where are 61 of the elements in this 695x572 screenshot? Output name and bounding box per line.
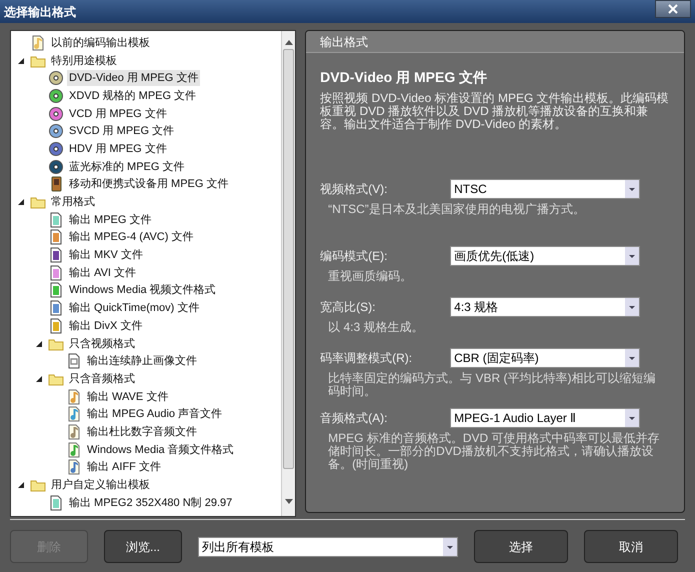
setting-note: MPEG 标准的音频格式。DVD 可使用格式中码率可以最低并存储时间长。一部分的DVD播放机不支持此格式，请确认播放设备。(时间重视) bbox=[327, 432, 660, 471]
browse-button[interactable]: 浏览... bbox=[104, 530, 182, 563]
tree-item[interactable]: 输出 DivX 文件 bbox=[67, 318, 144, 334]
tree-item[interactable]: 只含视频格式 bbox=[67, 336, 137, 352]
tree-item[interactable]: Windows Media 视频文件格式 bbox=[67, 282, 218, 298]
setting-label: 视频格式(V): bbox=[320, 181, 388, 198]
tree-item[interactable]: XDVD 规格的 MPEG 文件 bbox=[67, 88, 198, 104]
expanded-arrow-icon[interactable] bbox=[36, 376, 42, 382]
tree-item[interactable]: 特别用途模板 bbox=[49, 52, 119, 69]
tree-item[interactable]: 输出 MPEG Audio 声音文件 bbox=[85, 406, 224, 422]
tree-item[interactable]: Windows Media 音频文件格式 bbox=[85, 442, 236, 458]
tree-item[interactable]: 蓝光标准的 MPEG 文件 bbox=[67, 158, 187, 175]
tree-item[interactable]: 输出 QuickTime(mov) 文件 bbox=[67, 300, 202, 316]
setting-label: 编码模式(E): bbox=[320, 248, 388, 265]
expanded-arrow-icon[interactable] bbox=[18, 482, 24, 488]
tree-item[interactable]: 输出 AVI 文件 bbox=[67, 264, 138, 281]
scroll-down-icon[interactable] bbox=[284, 499, 293, 505]
tree-item[interactable]: 输出杜比数字音频文件 bbox=[85, 424, 199, 440]
tree-item[interactable]: 输出 MPEG2 352X480 N制 29.97 bbox=[67, 494, 234, 511]
tree-item[interactable]: 输出 MKV 文件 bbox=[67, 247, 145, 264]
tree-item[interactable]: 常用格式 bbox=[49, 194, 97, 210]
cancel-button[interactable]: 取消 bbox=[584, 530, 678, 563]
expanded-arrow-icon[interactable] bbox=[36, 340, 42, 347]
tree-item[interactable]: 只含音频格式 bbox=[67, 370, 137, 387]
expanded-arrow-icon[interactable] bbox=[18, 199, 24, 206]
format-description: 按照视频 DVD-Video 标准设置的 MPEG 文件输出模板。此编码模板重视 DVD 播放软件以及 DVD 播放机等播放设备的互换和兼容。输出文件适合于制作 DVD-Video 的素材。 bbox=[320, 92, 670, 131]
scrollbar[interactable] bbox=[281, 31, 296, 516]
close-icon bbox=[668, 4, 678, 14]
window-title: 选择输出格式 bbox=[4, 4, 76, 20]
setting-dropdown[interactable]: 4:3 规格 bbox=[450, 297, 640, 317]
setting-dropdown[interactable]: CBR (固定码率) bbox=[450, 348, 640, 368]
setting-note: 重视画质编码。 bbox=[327, 270, 414, 283]
tree-item[interactable]: 以前的编码输出模板 bbox=[49, 34, 152, 51]
tree-item[interactable]: HDV 用 MPEG 文件 bbox=[67, 140, 169, 157]
tree-item[interactable]: 输出 MPEG 文件 bbox=[67, 212, 154, 228]
panel-header: 输出格式 bbox=[306, 31, 684, 53]
tree-item[interactable]: SVCD 用 MPEG 文件 bbox=[67, 123, 176, 140]
tree-item[interactable]: DVD-Video 用 MPEG 文件 bbox=[67, 70, 200, 86]
setting-note: 以 4:3 规格生成。 bbox=[327, 321, 424, 334]
close-button[interactable] bbox=[655, 0, 691, 18]
setting-label: 音频格式(A): bbox=[320, 410, 388, 427]
tree-item[interactable]: 输出 WAVE 文件 bbox=[85, 388, 170, 405]
tree-item[interactable]: 用户自定义输出模板 bbox=[49, 477, 152, 494]
select-button[interactable]: 选择 bbox=[474, 530, 568, 563]
template-filter-dropdown[interactable]: 列出所有模板 bbox=[198, 536, 458, 556]
tree-item[interactable]: 移动和便携式设备用 MPEG 文件 bbox=[67, 176, 231, 192]
scroll-thumb[interactable] bbox=[283, 49, 294, 469]
setting-label: 宽高比(S): bbox=[320, 299, 376, 316]
tree-item[interactable]: VCD 用 MPEG 文件 bbox=[67, 106, 169, 122]
tree-item[interactable]: 输出 MPEG-4 (AVC) 文件 bbox=[67, 229, 196, 246]
setting-note: 比特率固定的编码方式。与 VBR (平均比特率)相比可以缩短编码时间。 bbox=[327, 372, 656, 398]
tree-item[interactable]: 输出 AIFF 文件 bbox=[85, 459, 163, 476]
scroll-up-icon[interactable] bbox=[284, 39, 293, 45]
expanded-arrow-icon[interactable] bbox=[18, 58, 24, 64]
tree-item[interactable]: 输出连续静止画像文件 bbox=[85, 353, 199, 370]
format-heading: DVD-Video 用 MPEG 文件 bbox=[320, 68, 488, 87]
setting-dropdown[interactable]: MPEG-1 Audio Layer Ⅱ bbox=[450, 408, 640, 428]
setting-note: “NTSC”是日本及北美国家使用的电视广播方式。 bbox=[327, 203, 586, 216]
setting-label: 码率调整模式(R): bbox=[320, 350, 414, 367]
setting-dropdown[interactable]: 画质优先(低速) bbox=[450, 246, 640, 266]
setting-dropdown[interactable]: NTSC bbox=[450, 179, 640, 199]
